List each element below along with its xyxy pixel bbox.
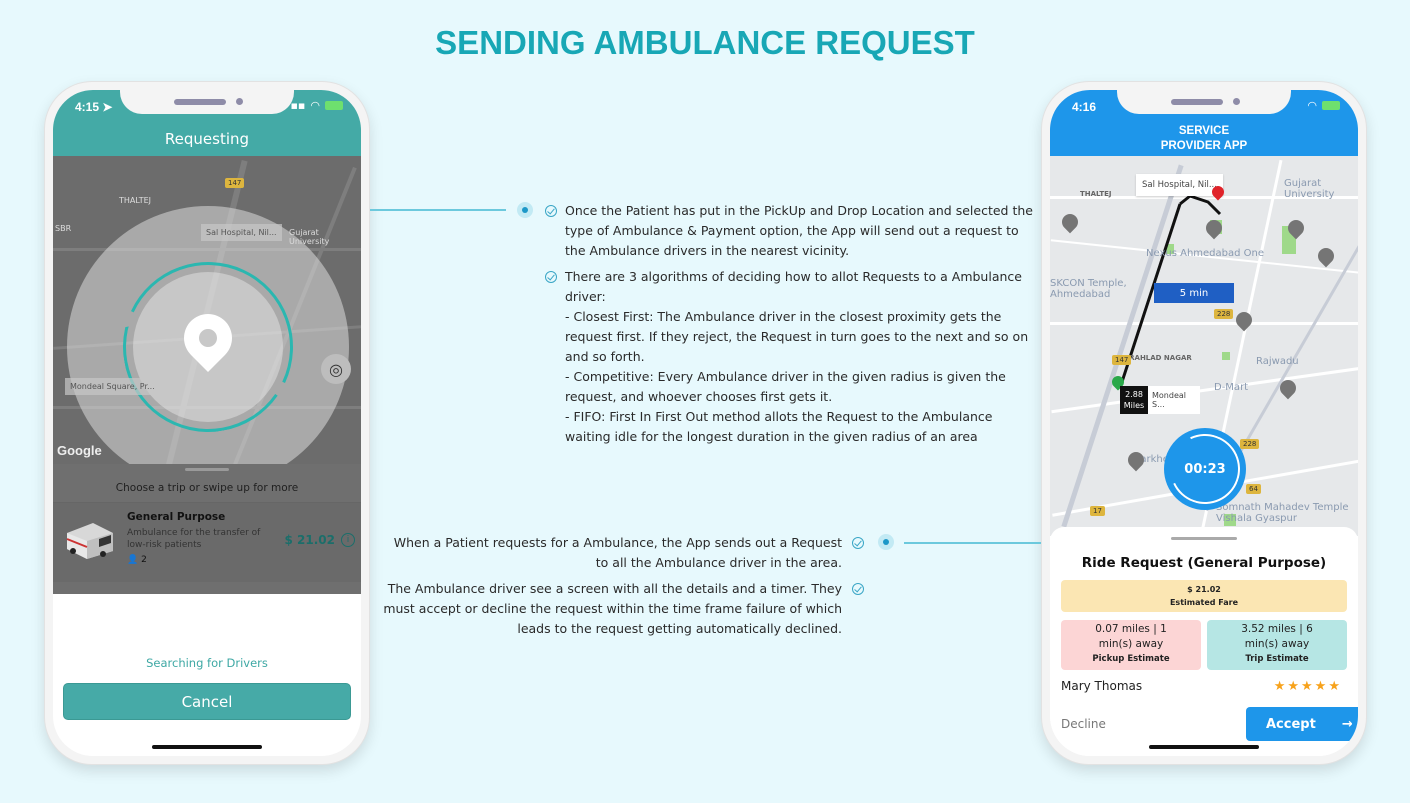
searching-status: Searching for Drivers [146,656,268,670]
map-view[interactable]: 147 THALTEJ SBR Gujarat University Sal H… [53,156,361,464]
check-circle-icon [545,205,557,217]
description-bullet: Once the Patient has put in the PickUp a… [545,201,1035,261]
service-provider-phone: SERVICE PROVIDER APP 4:16 ◠ THALTEJ Guja… [1041,81,1367,765]
phone-notch [120,90,294,114]
person-icon: 👤 [127,555,139,565]
signal-icon: ▪▪ [290,99,306,112]
check-circle-icon [852,537,864,549]
ride-request-card: Ride Request (General Purpose) $ 21.02 E… [1050,527,1358,756]
header-title: Requesting [164,130,250,148]
map-label: THALTEJ [119,196,152,205]
map-view[interactable]: THALTEJ Gujarat University Nexus Ahmedab… [1050,156,1358,536]
map-label: SKCON Temple, Ahmedabad [1050,278,1127,300]
check-circle-icon [852,583,864,595]
phone-notch [1117,90,1291,114]
check-circle-icon [545,271,557,283]
description-bullet: The Ambulance driver see a screen with a… [380,579,864,639]
status-time: 4:16 [1072,100,1097,114]
drag-handle[interactable] [185,468,229,471]
drag-handle[interactable] [1171,537,1237,540]
home-indicator [1149,745,1259,749]
accept-label: Accept [1266,716,1316,732]
my-location-button[interactable]: ◎ [321,354,351,384]
route-badge: 228 [1214,309,1234,319]
distance-badge: 2.88 Miles [1120,386,1148,414]
route-badge: 64 [1246,484,1261,494]
trip-description: Ambulance for the transfer of low-risk p… [127,528,261,550]
map-label: THALTEJ [1080,190,1112,198]
rider-name: Mary Thomas [1061,679,1143,693]
accept-button[interactable]: Accept → [1246,707,1358,741]
map-label: Gujarat University [1284,178,1335,200]
arrow-right-icon: → [1341,716,1353,732]
pickup-estimate: 0.07 miles | 1 min(s) away Pickup Estima… [1061,620,1201,670]
map-label: Rajwadu [1256,356,1299,367]
eta-badge: 5 min [1154,283,1234,303]
description-bullet: When a Patient requests for a Ambulance,… [380,533,864,573]
route-badge: 147 [1112,355,1132,365]
wifi-icon: ◠ [1307,99,1317,112]
route-badge: 17 [1090,506,1105,516]
destination-callout: Sal Hospital, Nil... [201,224,282,241]
wifi-icon: ◠ [310,99,320,112]
map-label: Somnath Mahadev Temple Vishala Gyaspur [1216,502,1349,524]
trip-estimate: 3.52 miles | 6 min(s) away Trip Estimate [1207,620,1347,670]
header-title: SERVICE PROVIDER APP [1160,125,1248,152]
status-icons: ◠ [1307,99,1340,112]
map-label: D-Mart [1214,382,1249,393]
connector-line [904,542,1041,544]
service-provider-screen: SERVICE PROVIDER APP 4:16 ◠ THALTEJ Guja… [1050,90,1358,756]
route-badge: 147 [225,178,245,188]
connector-line [370,209,506,211]
crosshair-icon: ◎ [329,359,343,379]
connector-dot [517,202,533,218]
destination-callout: Sal Hospital, Nil... [1136,174,1223,196]
status-time: 4:15 ➤ [75,100,113,114]
pickup-callout: Mondeal Square, Pr... [65,378,160,395]
star-rating-icon: ★★★★★ [1273,679,1342,694]
info-icon[interactable]: i [341,533,355,547]
status-icons: ▪▪ ◠ [290,99,343,112]
description-top: Once the Patient has put in the PickUp a… [545,201,1035,453]
estimated-fare: $ 21.02 Estimated Fare [1061,580,1347,612]
battery-icon [1322,101,1340,110]
battery-icon [325,101,343,110]
sheet-hint: Choose a trip or swipe up for more [115,482,299,494]
ambulance-icon [66,523,113,559]
patient-app-phone: Requesting 4:15 ➤ ▪▪ ◠ 147 THALTEJ SBR G… [44,81,370,765]
description-bottom: When a Patient requests for a Ambulance,… [380,533,864,645]
location-arrow-icon: ➤ [102,100,113,114]
trip-price: $ 21.02 [284,533,335,547]
trip-selection-sheet[interactable]: Choose a trip or swipe up for more Gener… [53,464,361,594]
trip-option-general-purpose[interactable]: General Purpose Ambulance for the transf… [53,502,361,582]
map-label: SBR [55,224,72,233]
connector-dot [878,534,894,550]
description-bullet: There are 3 algorithms of deciding how t… [545,267,1035,447]
trip-seats: 👤 2 [127,555,147,565]
patient-app-screen: Requesting 4:15 ➤ ▪▪ ◠ 147 THALTEJ SBR G… [53,90,361,756]
google-logo: Google [57,443,102,458]
trip-name: General Purpose [127,511,226,523]
cancel-button[interactable]: Cancel [63,683,351,720]
map-label: PRAHLAD NAGAR [1124,354,1192,362]
pickup-callout: Mondeal S... [1148,386,1200,414]
page-title: SENDING AMBULANCE REQUEST [435,24,975,61]
route-badge: 228 [1240,439,1260,449]
ride-request-title: Ride Request (General Purpose) [1081,555,1327,571]
map-label: Nexus Ahmedabad One [1146,248,1265,259]
decline-button[interactable]: Decline [1061,717,1106,731]
home-indicator [152,745,262,749]
